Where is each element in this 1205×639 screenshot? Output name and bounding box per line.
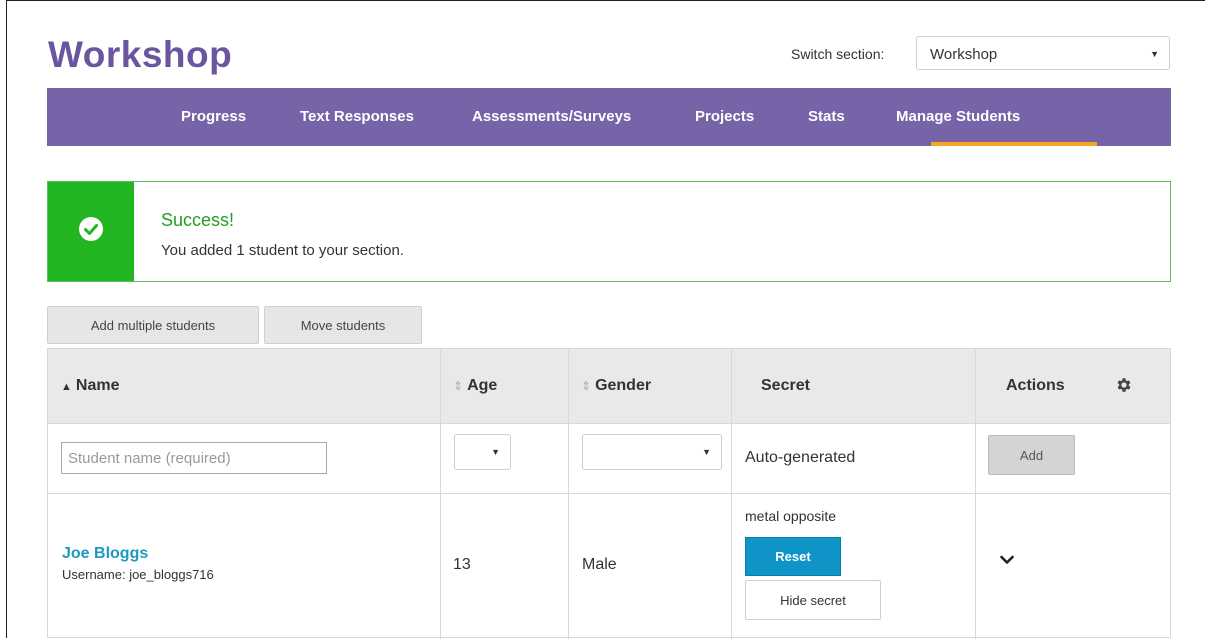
tab-manage-students[interactable]: Manage Students — [896, 108, 1020, 125]
add-student-button[interactable]: Add — [988, 435, 1075, 475]
switch-section-select[interactable]: Workshop ▼ — [916, 36, 1170, 70]
tab-stats[interactable]: Stats — [808, 108, 845, 125]
caret-down-icon: ▼ — [1150, 49, 1159, 59]
active-tab-indicator — [931, 142, 1097, 146]
tab-assessments-surveys[interactable]: Assessments/Surveys — [472, 108, 631, 125]
chevron-down-icon[interactable] — [1000, 555, 1014, 565]
reset-secret-button[interactable]: Reset — [745, 537, 841, 576]
success-alert: Success! You added 1 student to your sec… — [47, 181, 1171, 282]
column-header-gender[interactable]: ⇕ Gender — [581, 377, 651, 395]
add-multiple-students-button[interactable]: Add multiple students — [47, 306, 259, 344]
student-secret: metal opposite — [745, 508, 837, 524]
student-name-link[interactable]: Joe Bloggs — [62, 545, 148, 563]
alert-message: You added 1 student to your section. — [161, 242, 404, 259]
alert-title: Success! — [161, 210, 235, 230]
gender-select[interactable]: ▼ — [582, 434, 722, 470]
alert-icon-box — [48, 182, 134, 281]
row-divider — [48, 493, 1170, 494]
student-username: Username: joe_bloggs716 — [62, 567, 214, 582]
window-frame-top — [6, 0, 1205, 1]
tab-text-responses[interactable]: Text Responses — [300, 108, 414, 125]
column-header-age[interactable]: ⇕ Age — [453, 377, 497, 395]
caret-down-icon: ▼ — [702, 447, 711, 457]
check-circle-icon — [79, 217, 103, 241]
caret-down-icon: ▼ — [491, 447, 500, 457]
student-age: 13 — [453, 556, 471, 573]
student-gender: Male — [582, 556, 617, 573]
column-header-name[interactable]: ▲ Name — [61, 377, 119, 395]
sort-icon: ⇕ — [453, 379, 464, 393]
col-divider — [975, 349, 976, 639]
col-divider — [731, 349, 732, 639]
switch-section-value: Workshop — [930, 46, 998, 63]
age-select[interactable]: ▼ — [454, 434, 511, 470]
switch-section-label: Switch section: — [791, 46, 885, 62]
hide-secret-button[interactable]: Hide secret — [745, 580, 881, 620]
student-name-input[interactable] — [61, 442, 327, 474]
col-divider — [440, 349, 441, 639]
secret-auto-generated: Auto-generated — [745, 449, 856, 466]
gear-icon[interactable] — [1115, 376, 1133, 394]
sort-icon: ⇕ — [581, 379, 592, 393]
column-header-actions: Actions — [1006, 377, 1065, 394]
sort-ascending-icon: ▲ — [61, 381, 72, 393]
students-table: ▲Name ⇕Age ⇕Gender Secret Actions ▼ ▼ Au… — [47, 348, 1171, 639]
tab-projects[interactable]: Projects — [695, 108, 754, 125]
move-students-button[interactable]: Move students — [264, 306, 422, 344]
row-divider — [48, 423, 1170, 424]
page-title: Workshop — [48, 34, 233, 75]
tab-progress[interactable]: Progress — [181, 108, 246, 125]
col-divider — [568, 349, 569, 639]
column-header-secret: Secret — [761, 377, 810, 394]
window-frame-left — [6, 0, 7, 638]
section-nav-bar: Progress Text Responses Assessments/Surv… — [47, 88, 1171, 146]
